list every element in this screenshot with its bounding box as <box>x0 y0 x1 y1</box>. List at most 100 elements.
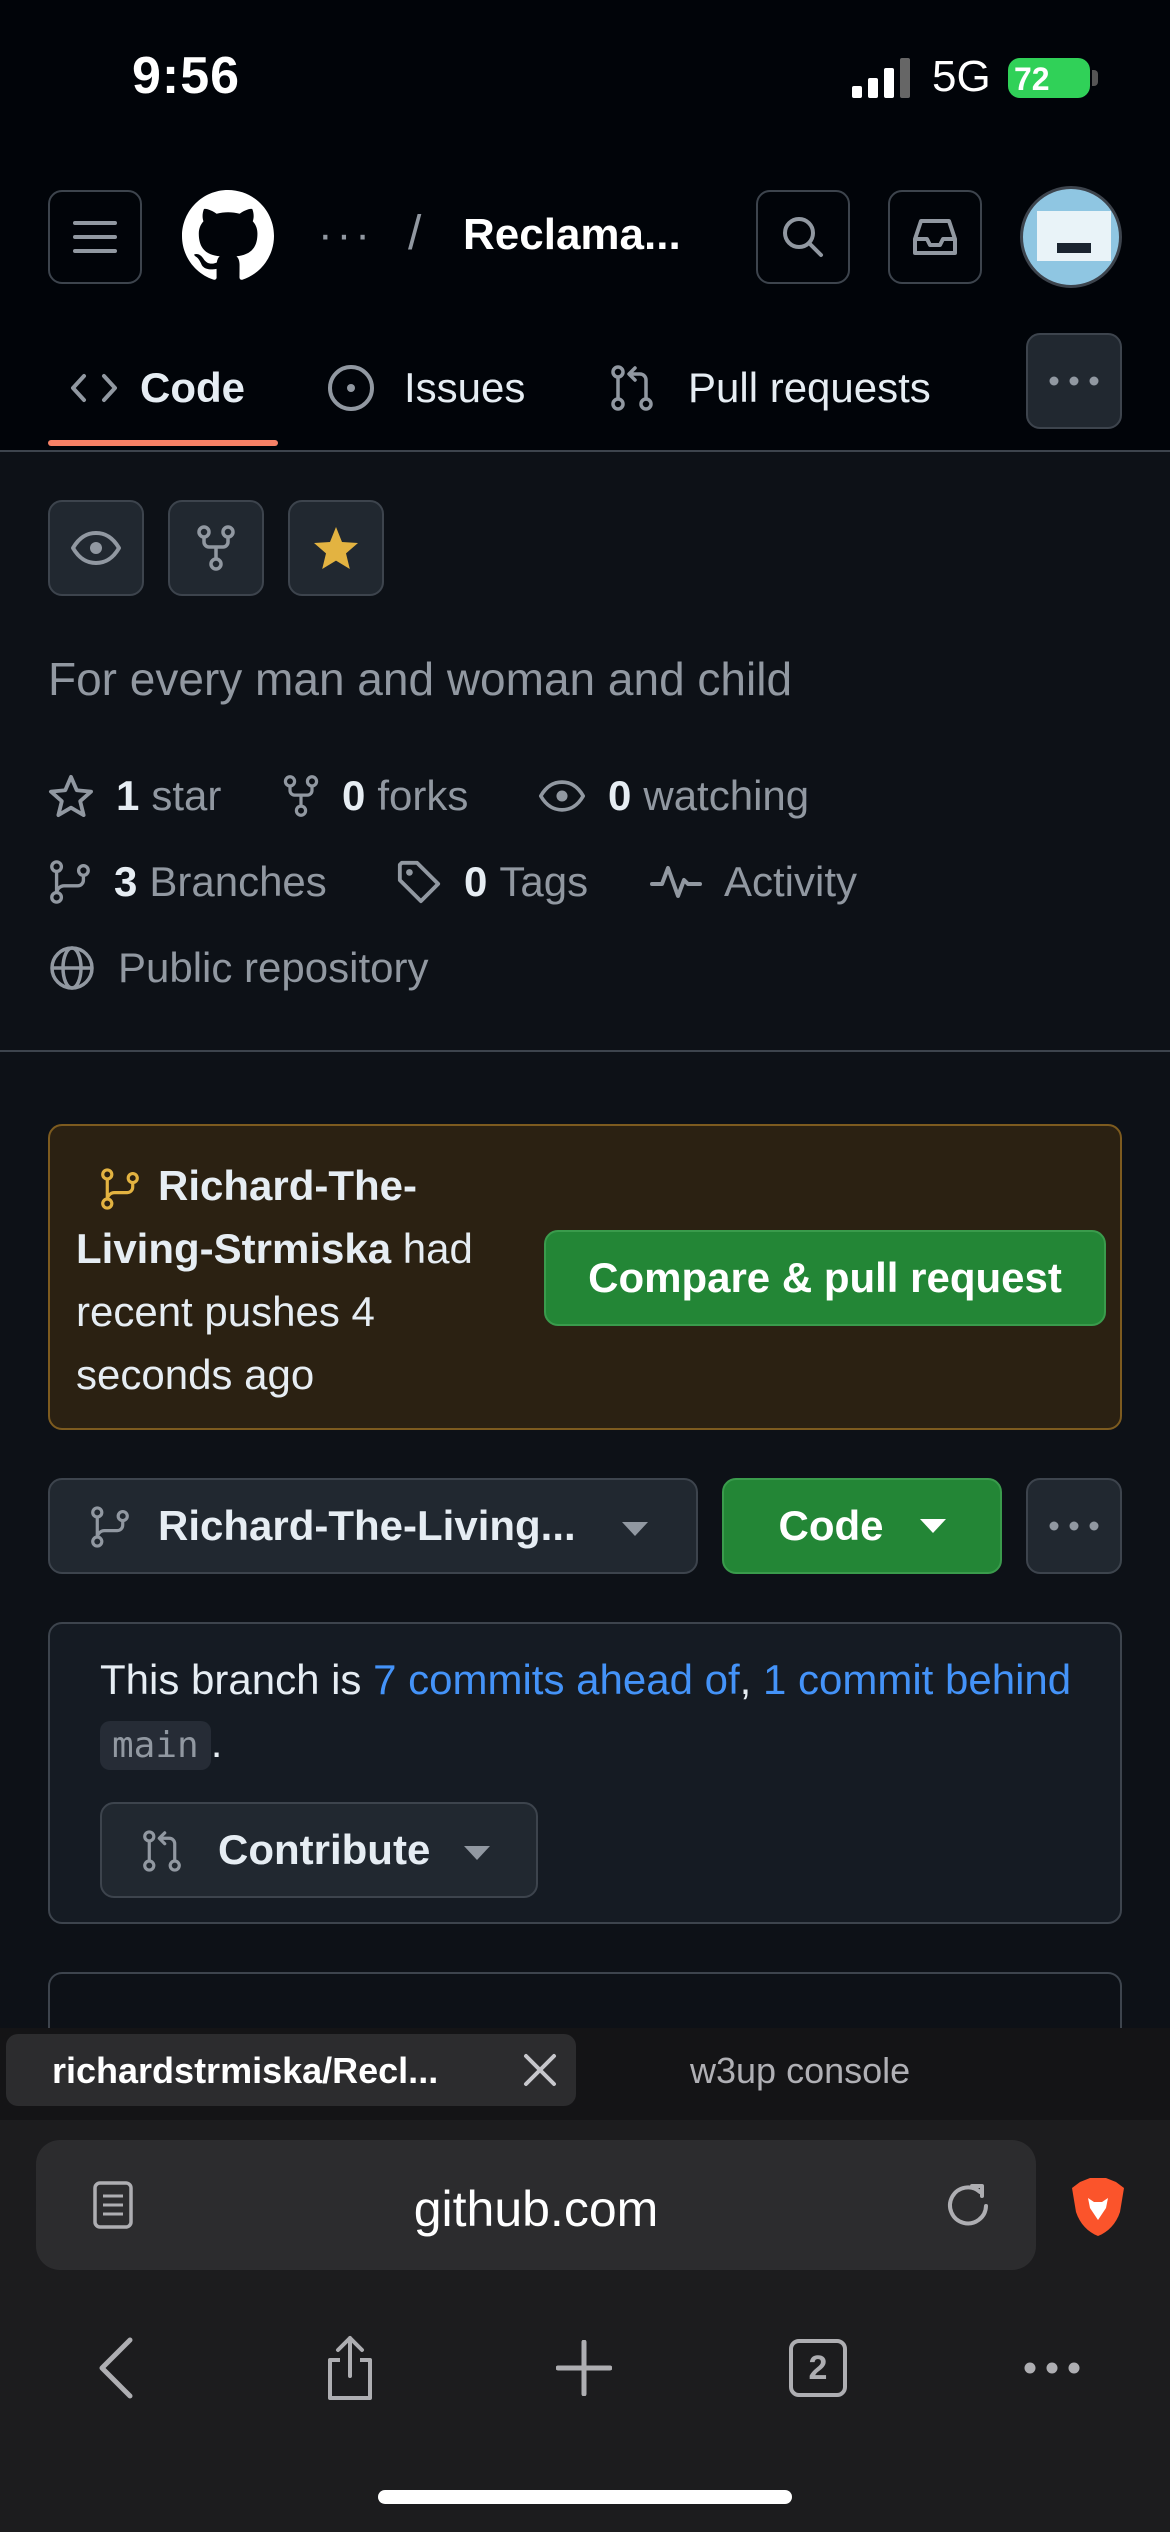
chevron-left-icon <box>99 2337 133 2399</box>
browser-tab-inactive[interactable]: w3up console <box>690 2050 910 2092</box>
tab-pull-requests-label: Pull requests <box>688 364 931 411</box>
network-type: 5G <box>932 52 991 101</box>
latest-commit-card <box>48 1972 1122 2032</box>
tabs-button[interactable]: 2 <box>768 2318 868 2418</box>
signal-icon <box>852 58 914 98</box>
visibility-label: Public repository <box>118 944 429 991</box>
code-icon <box>71 374 117 402</box>
commits-behind-link[interactable]: 1 commit behind <box>763 1656 1071 1703</box>
share-icon <box>328 2336 372 2400</box>
issue-opened-icon <box>328 365 374 411</box>
star-fill-icon <box>314 527 358 569</box>
pull-request-icon <box>611 365 653 411</box>
contribute-label: Contribute <box>218 1826 431 1873</box>
compare-pull-request-button[interactable]: Compare & pull request <box>544 1230 1106 1326</box>
tags-link[interactable]: 0 Tags <box>396 858 588 906</box>
search-button[interactable] <box>756 190 850 284</box>
selected-branch-label: Richard-The-Living... <box>158 1502 576 1549</box>
tabs-more-button[interactable] <box>1026 333 1122 429</box>
fork-button[interactable] <box>168 500 264 596</box>
pulse-icon <box>650 866 702 898</box>
tab-issues-label: Issues <box>404 364 526 411</box>
avatar[interactable] <box>1020 186 1122 288</box>
status-bar: 9:56 5G 72 <box>0 0 1170 150</box>
menu-button[interactable] <box>48 190 142 284</box>
browser-tab-active[interactable]: richardstrmiska/Recl... <box>6 2034 576 2106</box>
stars-link[interactable]: 1 star <box>48 772 221 820</box>
branches-link[interactable]: 3 Branches <box>48 858 327 906</box>
brave-shields-icon[interactable] <box>1070 2176 1126 2238</box>
home-indicator <box>378 2490 792 2504</box>
watching-link[interactable]: 0 watching <box>538 772 809 820</box>
search-icon <box>783 217 823 257</box>
reload-icon[interactable] <box>942 2180 994 2232</box>
star-icon <box>49 774 94 818</box>
triangle-down-icon <box>464 1846 490 1860</box>
git-branch-icon <box>50 860 90 904</box>
inbox-button[interactable] <box>888 190 982 284</box>
repo-header: ··· / Reclama... Code Issues Pull reques… <box>0 150 1170 450</box>
recent-push-banner: Richard-The-Living-Strmiska had recent p… <box>48 1124 1122 1430</box>
tab-count-icon: 2 <box>789 2339 847 2397</box>
tab-code-label: Code <box>140 364 245 411</box>
visibility-info: Public repository <box>48 944 428 992</box>
close-tab-icon[interactable] <box>522 2052 558 2088</box>
triangle-down-icon <box>622 1522 648 1536</box>
watching-count: 0 <box>608 772 632 819</box>
tab-issues[interactable]: Issues <box>326 348 525 428</box>
forks-link[interactable]: 0 forks <box>282 772 468 820</box>
code-button-label: Code <box>778 1502 884 1549</box>
fork-icon <box>197 525 235 571</box>
browser-menu-button[interactable] <box>1002 2318 1102 2418</box>
comparison-comma: , <box>739 1656 752 1703</box>
kebab-horizontal-icon <box>1049 376 1099 386</box>
active-tab-title: richardstrmiska/Recl... <box>52 2050 439 2091</box>
activity-label: Activity <box>724 858 858 905</box>
new-tab-button[interactable] <box>534 2318 634 2418</box>
back-button[interactable] <box>66 2318 166 2418</box>
stars-count: 1 <box>116 772 140 819</box>
pull-request-icon <box>142 1828 182 1874</box>
header-divider <box>0 450 1170 452</box>
branch-comparison-box: This branch is 7 commits ahead of, 1 com… <box>48 1622 1122 1924</box>
activity-link[interactable]: Activity <box>650 858 857 906</box>
hamburger-icon <box>73 221 117 253</box>
commits-ahead-link[interactable]: 7 commits ahead of <box>373 1656 740 1703</box>
tab-code[interactable]: Code <box>70 348 245 428</box>
stars-label: star <box>151 772 222 819</box>
owner-breadcrumb[interactable]: ··· <box>318 210 374 260</box>
active-tab-underline <box>48 440 278 446</box>
kebab-horizontal-icon <box>1049 1521 1099 1531</box>
repo-name[interactable]: Reclama... <box>463 210 681 260</box>
branch-selector[interactable]: Richard-The-Living... <box>48 1478 698 1574</box>
git-branch-icon <box>100 1167 140 1211</box>
share-button[interactable] <box>300 2318 400 2418</box>
browser-toolbar: richardstrmiska/Recl... w3up console git… <box>0 2028 1170 2532</box>
comparison-prefix: This branch is <box>100 1656 362 1703</box>
url-text: github.com <box>413 2181 659 2237</box>
section-divider <box>0 1050 1170 1052</box>
git-branch-icon <box>90 1504 130 1550</box>
watch-button[interactable] <box>48 500 144 596</box>
github-logo-icon[interactable] <box>182 190 274 282</box>
globe-icon <box>50 946 94 990</box>
tag-icon <box>397 860 441 904</box>
forks-label: forks <box>377 772 469 819</box>
star-button[interactable] <box>288 500 384 596</box>
tab-pull-requests[interactable]: Pull requests <box>610 348 931 428</box>
tags-label: Tags <box>499 858 589 905</box>
code-dropdown-button[interactable]: Code <box>722 1478 1002 1574</box>
base-branch-code: main <box>100 1721 211 1770</box>
fork-icon <box>283 775 319 817</box>
eye-icon <box>71 531 121 565</box>
address-bar[interactable]: github.com <box>36 2140 1036 2270</box>
contribute-button[interactable]: Contribute <box>100 1802 538 1898</box>
branch-more-button[interactable] <box>1026 1478 1122 1574</box>
battery-icon: 72 <box>1008 58 1090 98</box>
eye-icon <box>538 780 586 812</box>
forks-count: 0 <box>342 772 366 819</box>
breadcrumb-separator: / <box>408 207 422 260</box>
plus-icon <box>556 2340 612 2396</box>
branches-count: 3 <box>114 858 138 905</box>
repo-description: For every man and woman and child <box>48 653 793 705</box>
